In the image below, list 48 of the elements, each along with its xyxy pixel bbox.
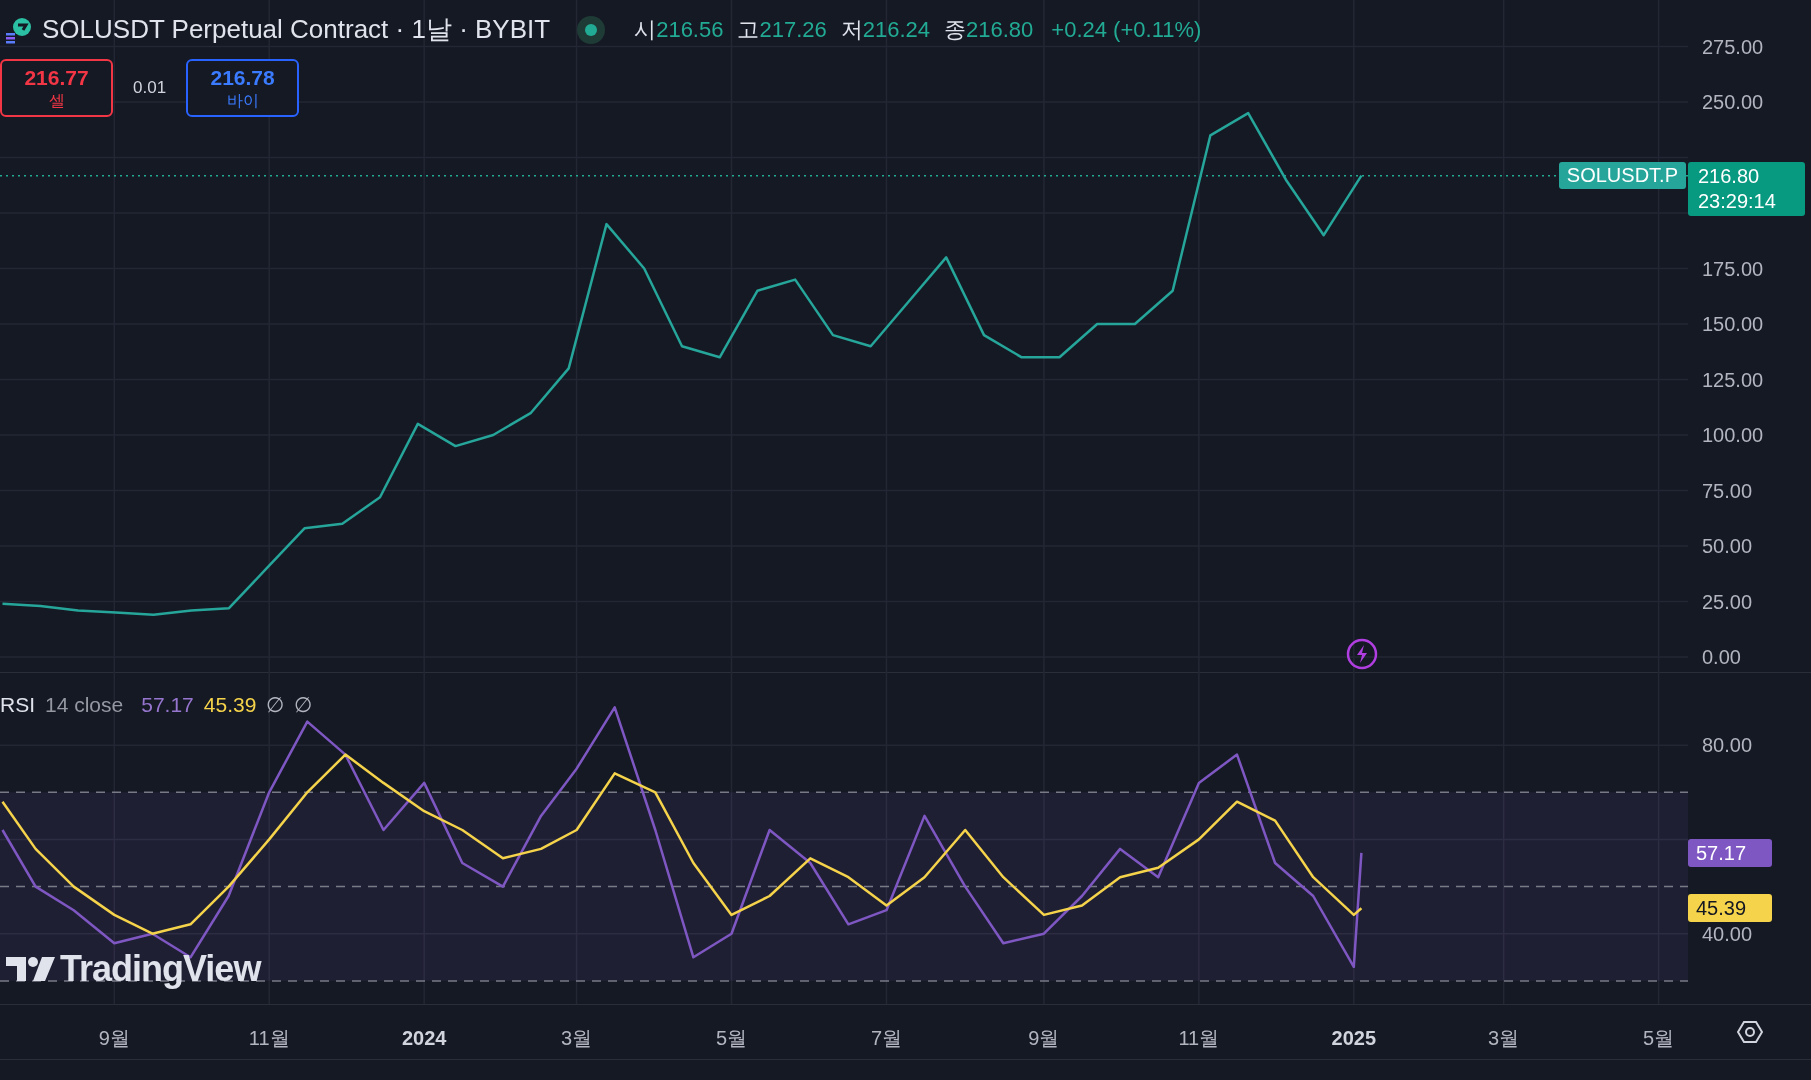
ma-value: 45.39: [203, 692, 257, 718]
axis-label: 25.00: [1702, 591, 1753, 612]
time-axis-label: 2025: [1331, 1026, 1377, 1051]
spread-value: 0.01: [133, 77, 167, 100]
price-tag: 216.80: [1698, 163, 1760, 189]
time-axis-label: 7월: [870, 1026, 902, 1051]
time-axis-label: 11월: [248, 1026, 290, 1051]
na-value: ∅: [266, 692, 285, 718]
status-dot-icon: [576, 14, 607, 45]
indicator-name: RSI: [0, 692, 35, 718]
axis-label: 100.00: [1702, 425, 1764, 445]
time-axis-label: 9월: [98, 1026, 130, 1051]
time-axis-label: 5월: [715, 1026, 748, 1051]
trade-button[interactable]: 216.77 셀: [0, 59, 113, 117]
axis-label: 175.00: [1702, 258, 1764, 279]
ohlc-value: 종216.80: [944, 16, 1034, 44]
symbol-tag: SOLUSDT.P: [1558, 161, 1686, 189]
axis-label: 250.00: [1702, 92, 1764, 112]
price-change: +0.24 (+0.11%): [1051, 16, 1202, 44]
rsi-tag: 57.17: [1688, 838, 1772, 867]
ma-tag: 45.39: [1688, 894, 1772, 923]
na-value: ∅: [294, 692, 313, 718]
ohlc-value: 저216.24: [840, 16, 931, 44]
axis-label: 40.00: [1702, 923, 1753, 944]
axis-label: 75.00: [1702, 480, 1753, 501]
axis-label: 0.00: [1702, 647, 1741, 667]
axis-label: 80.00: [1702, 735, 1753, 756]
time-axis-label: 11월: [1178, 1026, 1220, 1051]
rsi-value: 57.17: [141, 692, 194, 718]
countdown-timer: 23:29:14: [1698, 188, 1776, 214]
indicator-params: 14 close: [45, 692, 124, 718]
axis-label: 150.00: [1702, 314, 1764, 334]
time-axis-label: 3월: [1488, 1026, 1520, 1051]
lightning-icon[interactable]: [1346, 638, 1379, 670]
time-axis-label: 9월: [1028, 1026, 1060, 1051]
settings-icon[interactable]: [1736, 1019, 1763, 1045]
trade-button[interactable]: 216.78 바이: [186, 59, 300, 117]
chart-title: SOLUSDT Perpetual Contract · 1날 · BYBIT: [42, 13, 551, 46]
ohlc-value: 시216.56: [634, 16, 724, 44]
brand-logo-icon: [6, 955, 56, 983]
time-axis-label: 5월: [1643, 1026, 1675, 1051]
axis-label: 50.00: [1702, 536, 1753, 556]
time-axis-label: 3월: [561, 1026, 593, 1051]
axis-label: 125.00: [1702, 369, 1764, 390]
brand-name: TradingView: [60, 947, 261, 991]
ohlc-value: 고217.26: [737, 16, 827, 44]
axis-label: 275.00: [1702, 36, 1764, 57]
time-axis-label: 2024: [401, 1026, 447, 1051]
